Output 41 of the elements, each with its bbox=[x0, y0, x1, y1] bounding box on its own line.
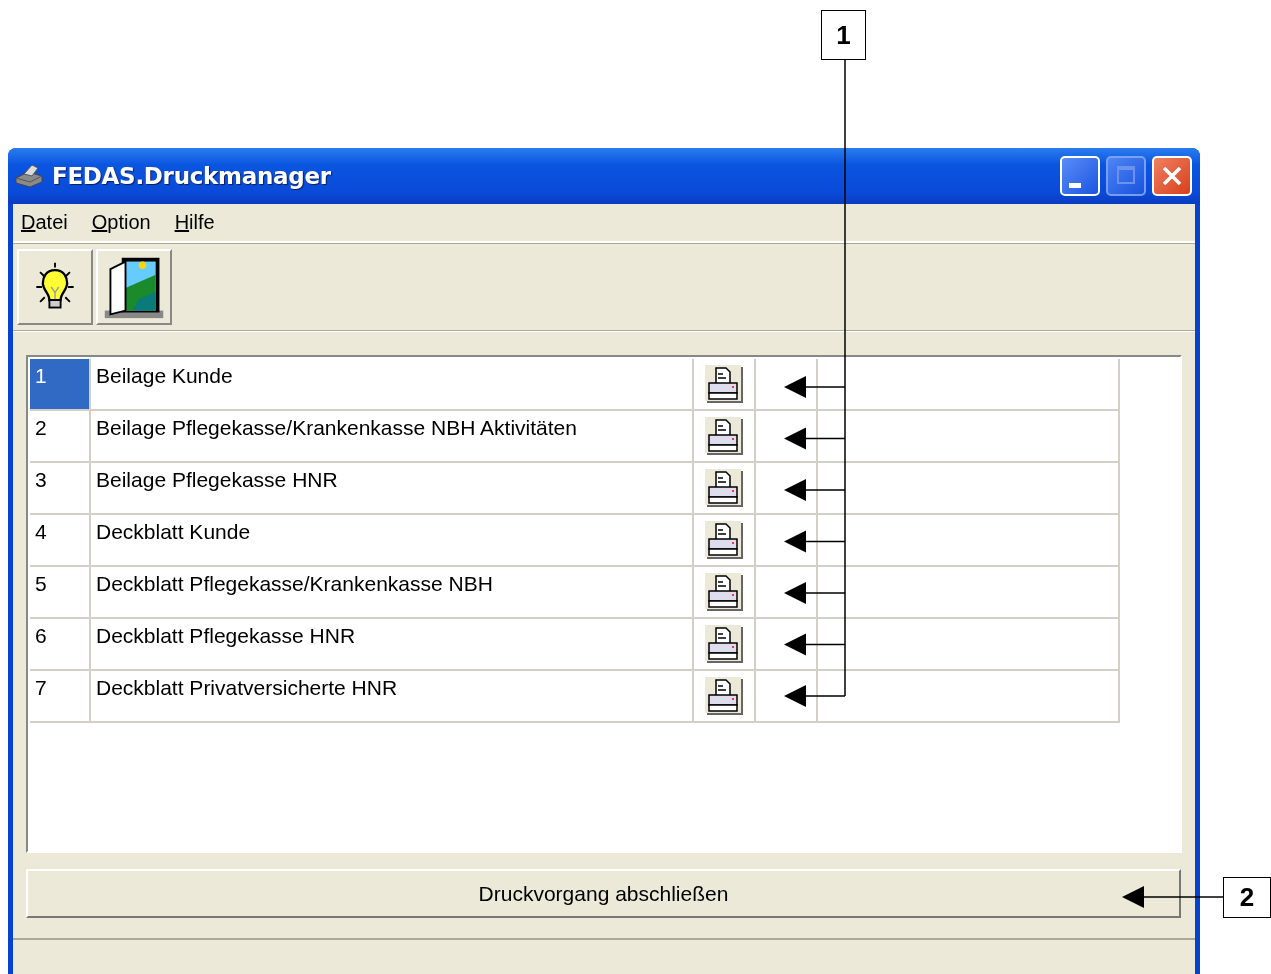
print-button[interactable] bbox=[704, 468, 744, 508]
row-number[interactable]: 3 bbox=[30, 463, 91, 515]
menu-item[interactable]: Hilfe bbox=[174, 211, 215, 234]
menu-item[interactable]: Datei bbox=[21, 211, 68, 234]
print-button[interactable] bbox=[704, 676, 744, 716]
callout-arrow bbox=[784, 530, 846, 553]
print-button[interactable] bbox=[704, 364, 744, 404]
window-title: FEDAS.Druckmanager bbox=[52, 163, 331, 189]
row-number[interactable]: 1 bbox=[30, 359, 91, 411]
callout-arrow bbox=[784, 582, 846, 604]
row-number[interactable]: 4 bbox=[30, 515, 91, 567]
callout-arrow bbox=[784, 427, 846, 450]
bulb-button[interactable] bbox=[17, 249, 93, 325]
exit-button[interactable] bbox=[96, 249, 172, 325]
callout-arrow bbox=[784, 376, 846, 398]
print-button[interactable] bbox=[704, 416, 744, 456]
document-name: Beilage Pflegekasse HNR bbox=[91, 463, 694, 515]
print-button[interactable] bbox=[704, 520, 744, 560]
document-name: Beilage Kunde bbox=[91, 359, 694, 411]
callout-label: 1 bbox=[821, 10, 866, 60]
close-button[interactable] bbox=[1152, 156, 1192, 196]
callout-label: 2 bbox=[1223, 877, 1271, 918]
callout-arrow bbox=[784, 685, 846, 707]
document-name: Beilage Pflegekasse/Krankenkasse NBH Aktivitäten bbox=[91, 411, 694, 463]
row-number[interactable]: 7 bbox=[30, 671, 91, 723]
row-number[interactable]: 2 bbox=[30, 411, 91, 463]
callout-arrow bbox=[784, 479, 846, 501]
row-number[interactable]: 6 bbox=[30, 619, 91, 671]
printer-icon bbox=[14, 164, 44, 188]
row-number[interactable]: 5 bbox=[30, 567, 91, 619]
document-name: Deckblatt Kunde bbox=[91, 515, 694, 567]
document-name: Deckblatt Privatversicherte HNR bbox=[91, 671, 694, 723]
finish-button[interactable]: Druckvorgang abschließen bbox=[26, 869, 1181, 918]
minimize-button[interactable] bbox=[1060, 156, 1100, 196]
document-name: Deckblatt Pflegekasse HNR bbox=[91, 619, 694, 671]
menu-item[interactable]: Option bbox=[91, 211, 151, 234]
minimize-icon bbox=[1069, 182, 1081, 188]
callout-arrow bbox=[784, 633, 846, 656]
document-name: Deckblatt Pflegekasse/Krankenkasse NBH bbox=[91, 567, 694, 619]
print-button[interactable] bbox=[704, 572, 744, 612]
print-button[interactable] bbox=[704, 624, 744, 664]
